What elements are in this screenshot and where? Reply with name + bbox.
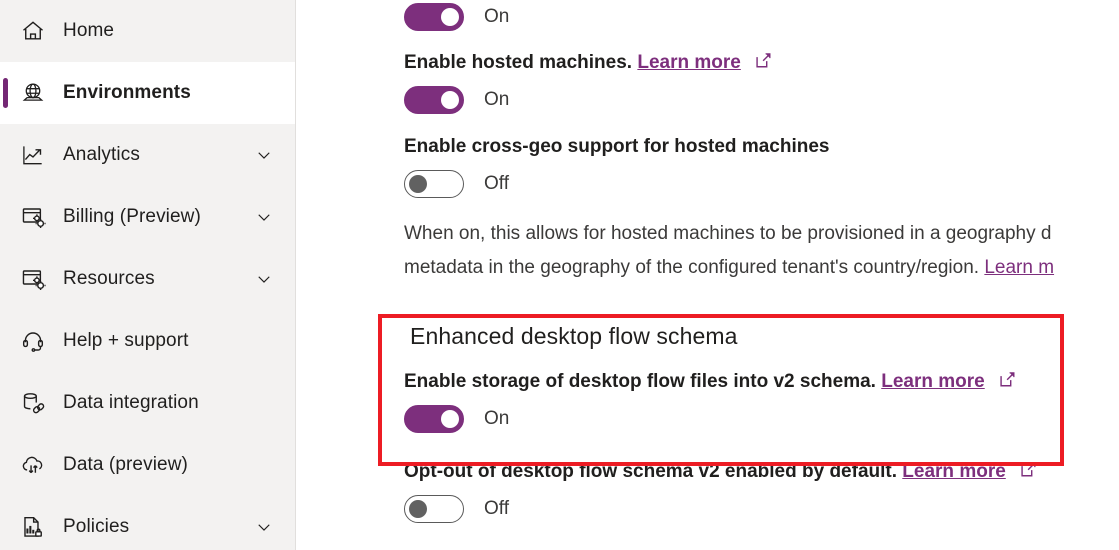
sidebar-item-label: Data (preview) [63,454,188,475]
description-line-2: metadata in the geography of the configu… [404,251,1119,285]
sidebar-item-label: Policies [63,516,130,537]
external-link-icon [1020,460,1037,477]
cloud-sync-icon [18,450,48,480]
sidebar-item-label: Home [63,20,115,41]
sidebar-item-label: Data integration [63,392,199,413]
chevron-down-icon[interactable] [255,146,273,164]
document-lock-icon [18,512,48,542]
globe-icon [18,78,48,108]
setting-row-optout: Off [404,491,1119,527]
settings-list: On Enable hosted machines. Learn more On… [404,0,1119,527]
setting-row-enable-cross-geo: Off [404,166,1119,202]
sidebar-item-analytics[interactable]: Analytics [0,124,295,186]
selection-indicator [3,78,8,108]
sidebar-item-label: Help + support [63,330,189,351]
toggle-knob [441,410,459,428]
chevron-down-icon[interactable] [255,208,273,226]
setting-row-partial-top: On [404,0,1119,34]
chevron-down-icon[interactable] [255,518,273,536]
setting-label-text: Enable hosted machines. [404,52,633,73]
toggle-enable-v2-schema[interactable] [404,405,464,433]
learn-more-link[interactable]: Learn more [637,52,740,73]
sidebar-item-label: Analytics [63,144,140,165]
setting-block-enable-hosted-machines: Enable hosted machines. Learn more On [404,50,1119,118]
sidebar-item-label: Resources [63,268,155,289]
toggle-optout[interactable] [404,495,464,523]
toggle-state-label: On [484,6,510,27]
toggle-state-label: On [484,89,510,110]
enhanced-desktop-flow-schema-section: Enhanced desktop flow schema Enable stor… [404,323,1119,437]
description-line-1: When on, this allows for hosted machines… [404,223,1052,244]
sidebar-item-data-preview[interactable]: Data (preview) [0,434,295,496]
setting-label-text: Opt-out of desktop flow schema v2 enable… [404,461,898,482]
toggle-state-label: Off [484,173,509,194]
toggle-state-label: On [484,408,510,429]
app-root: Home Environments Analytics Billing (Pre… [0,0,1119,550]
sidebar-item-home[interactable]: Home [0,0,295,62]
setting-row-enable-v2-schema: On [404,401,1119,437]
main-content: On Enable hosted machines. Learn more On… [296,0,1119,550]
section-title: Enhanced desktop flow schema [410,323,738,349]
setting-label-enable-v2-schema: Enable storage of desktop flow files int… [404,369,1119,395]
sidebar-item-policies[interactable]: Policies [0,496,295,550]
cross-geo-description: When on, this allows for hosted machines… [404,217,1119,285]
learn-more-link[interactable]: Learn more [881,371,984,392]
toggle-knob [441,91,459,109]
toggle-partial-top[interactable] [404,3,464,31]
setting-label-enable-cross-geo: Enable cross-geo support for hosted mach… [404,136,830,157]
learn-more-link-truncated[interactable]: Learn m [984,257,1054,278]
window-gears-icon [18,202,48,232]
toggle-knob [441,8,459,26]
setting-row-enable-hosted-machines: On [404,82,1119,118]
sidebar-item-label: Billing (Preview) [63,206,201,227]
setting-block-enable-cross-geo: Enable cross-geo support for hosted mach… [404,134,1119,202]
description-line-2-text: metadata in the geography of the configu… [404,257,985,278]
line-chart-icon [18,140,48,170]
sidebar-item-label: Environments [63,82,191,103]
sidebar-item-help-support[interactable]: Help + support [0,310,295,372]
toggle-knob [409,175,427,193]
database-link-icon [18,388,48,418]
setting-label-optout: Opt-out of desktop flow schema v2 enable… [404,459,1119,485]
home-icon [18,16,48,46]
sidebar-item-billing[interactable]: Billing (Preview) [0,186,295,248]
setting-label-text: Enable storage of desktop flow files int… [404,371,876,392]
headset-icon [18,326,48,356]
toggle-state-label: Off [484,498,509,519]
setting-label-enable-hosted-machines: Enable hosted machines. Learn more [404,50,1119,76]
toggle-knob [409,500,427,518]
window-gears-icon [18,264,48,294]
chevron-down-icon[interactable] [255,270,273,288]
toggle-enable-hosted-machines[interactable] [404,86,464,114]
sidebar-item-resources[interactable]: Resources [0,248,295,310]
sidebar: Home Environments Analytics Billing (Pre… [0,0,296,550]
external-link-icon [999,370,1016,387]
toggle-enable-cross-geo[interactable] [404,170,464,198]
sidebar-item-data-integration[interactable]: Data integration [0,372,295,434]
learn-more-link[interactable]: Learn more [902,461,1005,482]
sidebar-item-environments[interactable]: Environments [0,62,295,124]
setting-block-optout: Opt-out of desktop flow schema v2 enable… [404,459,1119,527]
external-link-icon [755,51,772,68]
